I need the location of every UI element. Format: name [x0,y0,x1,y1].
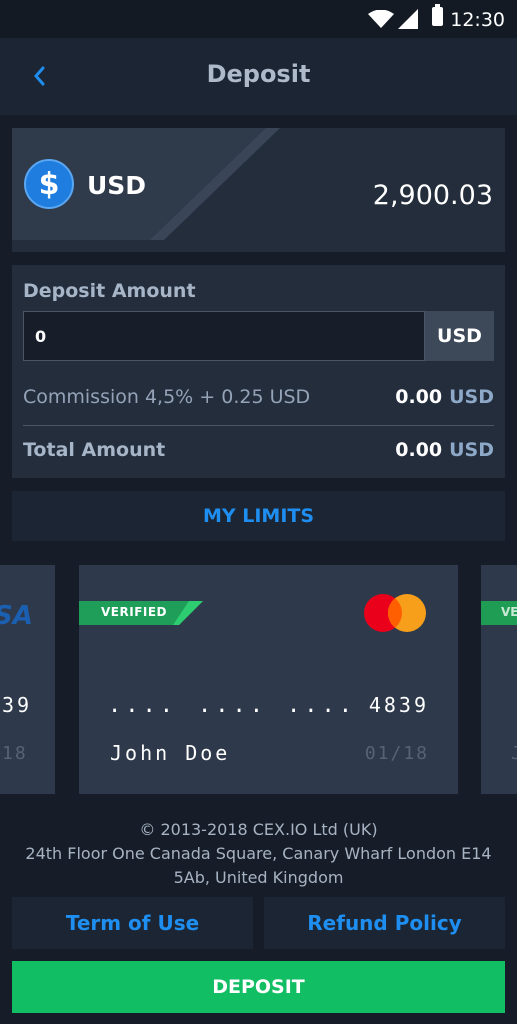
verified-badge: VERIFIED [79,601,203,625]
total-currency: USD [449,439,494,461]
deposit-form: Deposit Amount USD Commission 4,5% + 0.2… [12,265,505,478]
currency-code: USD [87,171,147,200]
verified-label-fragment: VE [501,605,517,619]
copyright-line: © 2013-2018 CEX.IO Ltd (UK) [139,820,378,839]
card-expiry-fragment: 18 [2,743,28,764]
page-title: Deposit [206,60,311,88]
app-header: Deposit [0,38,517,115]
status-time: 12:30 [450,9,505,31]
card-visa-partial[interactable]: SA 39 18 [0,565,55,794]
terms-of-use-button[interactable]: Term of Use [12,897,253,949]
commission-amount: 0.00 USD [395,386,494,408]
masked-group-1: .... [108,693,177,718]
card-expiry: 01/18 [364,743,429,764]
card-holder-fragment: J [511,743,517,764]
signal-icon [398,9,418,29]
card-holder-name: John Doe [110,741,231,765]
wifi-icon [368,10,394,28]
mastercard-icon [364,594,426,632]
currency-symbol: $ [38,166,60,202]
address-line-2: 5Ab, United Kingdom [173,868,344,887]
refund-policy-button[interactable]: Refund Policy [264,897,505,949]
dollar-coin-icon: $ [24,159,74,209]
total-amount: 0.00 USD [395,439,494,461]
address-line-1: 24th Floor One Canada Square, Canary Wha… [25,844,492,863]
currency-balance: 2,900.03 [372,180,493,211]
my-limits-button[interactable]: MY LIMITS [12,491,505,541]
deposit-amount-label: Deposit Amount [23,280,196,302]
card-mastercard[interactable]: VERIFIED .... .... .... 4839 John Doe 01… [79,565,458,794]
card-last4: 4839 [368,693,429,717]
total-label: Total Amount [23,439,166,461]
status-bar: 12:30 [0,0,517,38]
commission-value: 0.00 [395,386,443,408]
input-currency-label: USD [425,311,494,361]
deposit-amount-input[interactable] [23,311,425,361]
commission-row: Commission 4,5% + 0.25 USD 0.00 USD [23,386,494,408]
commission-label: Commission 4,5% + 0.25 USD [23,386,311,408]
deposit-button[interactable]: DEPOSIT [12,961,505,1013]
verified-label: VERIFIED [101,605,168,619]
company-footer: © 2013-2018 CEX.IO Ltd (UK) 24th Floor O… [0,818,517,890]
card-number-fragment: 39 [2,693,33,717]
total-row: Total Amount 0.00 USD [23,439,494,461]
masked-group-2: .... [198,693,267,718]
battery-icon [432,4,443,26]
verified-badge-fragment: VE [481,601,517,625]
currency-balance-card[interactable]: $ USD 2,900.03 [12,128,505,252]
card-partial-right[interactable]: VE J [481,565,517,794]
visa-logo: SA [0,601,33,631]
commission-currency: USD [449,386,494,408]
divider [23,425,494,426]
masked-group-3: .... [287,693,356,718]
total-value: 0.00 [395,439,443,461]
